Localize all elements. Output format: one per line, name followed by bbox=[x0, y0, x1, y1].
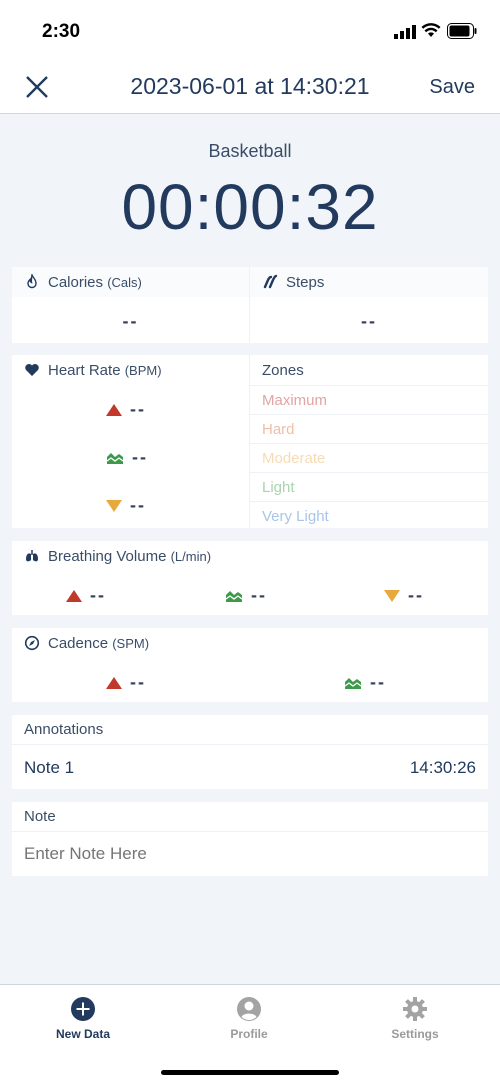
steps-value: -- bbox=[361, 311, 377, 331]
tab-new-data-label: New Data bbox=[55, 1027, 111, 1041]
heart-rate-max-value: -- bbox=[130, 399, 146, 419]
cadence-header: Cadence (SPM) bbox=[12, 628, 488, 658]
heart-rate-header: Heart Rate (BPM) bbox=[12, 355, 249, 385]
breathing-avg: -- bbox=[225, 585, 267, 606]
calories-value: -- bbox=[122, 311, 139, 331]
cadence-label: Cadence bbox=[48, 634, 109, 652]
breathing-label: Breathing Volume bbox=[48, 547, 167, 565]
zone-moderate: Moderate bbox=[250, 443, 488, 472]
zone-light: Light bbox=[250, 472, 488, 501]
lungs-icon bbox=[26, 550, 38, 562]
zones-header: Zones bbox=[262, 361, 304, 379]
breathing-card: Breathing Volume (L/min) -- -- -- bbox=[12, 541, 488, 615]
footprints-icon bbox=[263, 274, 278, 289]
calories-label: Calories bbox=[48, 273, 104, 291]
heart-rate-section: Heart Rate (BPM) -- -- -- bbox=[12, 355, 249, 528]
annotation-time: 14:30:26 bbox=[409, 758, 476, 777]
breathing-max: -- bbox=[66, 585, 106, 606]
steps-label: Steps bbox=[286, 273, 325, 291]
average-icon bbox=[106, 452, 124, 464]
heart-icon bbox=[25, 364, 39, 376]
flame-icon bbox=[27, 274, 37, 289]
elapsed-timer: 00:00:32 bbox=[121, 171, 379, 243]
status-time: 2:30 bbox=[42, 21, 81, 42]
note-header: Note bbox=[12, 802, 488, 832]
home-indicator bbox=[161, 1070, 339, 1075]
average-icon bbox=[225, 590, 243, 602]
battery-icon bbox=[447, 23, 477, 39]
annotation-name: Note 1 bbox=[24, 758, 75, 777]
annotation-item[interactable]: Note 1 14:30:26 bbox=[12, 745, 488, 789]
arrow-down-icon bbox=[106, 499, 122, 512]
cadence-max: -- bbox=[106, 672, 146, 693]
cadence-avg-value: -- bbox=[370, 672, 386, 692]
heart-rate-min: -- bbox=[106, 495, 146, 516]
heart-rate-avg: -- bbox=[106, 447, 148, 468]
page-title: 2023-06-01 at 14:30:21 bbox=[130, 73, 370, 99]
tab-settings[interactable]: Settings bbox=[332, 985, 498, 1055]
arrow-up-icon bbox=[66, 589, 82, 602]
breathing-header: Breathing Volume (L/min) bbox=[12, 541, 488, 571]
note-input[interactable] bbox=[12, 832, 488, 876]
tab-settings-label: Settings bbox=[391, 1027, 439, 1041]
annotations-header: Annotations bbox=[12, 715, 488, 745]
zone-hard: Hard bbox=[250, 414, 488, 443]
save-button[interactable]: Save bbox=[429, 76, 475, 99]
average-icon bbox=[344, 677, 362, 689]
plus-circle-icon bbox=[71, 997, 95, 1021]
annotations-card: Annotations Note 1 14:30:26 bbox=[12, 715, 488, 789]
heart-rate-unit: (BPM) bbox=[124, 362, 162, 378]
zone-maximum: Maximum bbox=[250, 385, 488, 414]
cadence-unit: (SPM) bbox=[112, 635, 150, 651]
cadence-card: Cadence (SPM) -- -- bbox=[12, 628, 488, 702]
steps-header: Steps bbox=[250, 267, 488, 297]
heart-rate-min-value: -- bbox=[130, 495, 146, 515]
calories-steps-card: Calories (Cals) -- Steps -- bbox=[12, 267, 488, 343]
arrow-up-icon bbox=[106, 403, 122, 416]
gear-icon bbox=[403, 997, 427, 1021]
zones-section: Zones Maximum Hard Moderate Light Very L… bbox=[250, 355, 488, 530]
status-bar: 2:30 bbox=[0, 0, 500, 60]
heart-rate-max: -- bbox=[106, 399, 146, 420]
wifi-icon bbox=[421, 23, 441, 37]
tab-new-data[interactable]: New Data bbox=[0, 985, 166, 1055]
breathing-max-value: -- bbox=[90, 585, 106, 605]
compass-icon bbox=[24, 635, 40, 651]
breathing-unit: (L/min) bbox=[170, 548, 212, 564]
signal-icon bbox=[394, 25, 416, 39]
breathing-min-value: -- bbox=[408, 585, 424, 605]
breathing-min: -- bbox=[384, 585, 424, 606]
note-card: Note bbox=[12, 802, 488, 876]
heart-rate-avg-value: -- bbox=[132, 447, 148, 467]
zone-very-light: Very Light bbox=[250, 501, 488, 530]
calories-section: Calories (Cals) -- bbox=[12, 267, 249, 332]
heart-rate-label: Heart Rate bbox=[48, 361, 121, 379]
heart-rate-card: Heart Rate (BPM) -- -- -- Zones Maximum … bbox=[12, 355, 488, 528]
tab-profile-label: Profile bbox=[230, 1027, 268, 1041]
cadence-avg: -- bbox=[344, 672, 386, 693]
arrow-down-icon bbox=[384, 589, 400, 602]
calories-header: Calories (Cals) bbox=[12, 267, 249, 297]
arrow-up-icon bbox=[106, 676, 122, 689]
calories-unit: (Cals) bbox=[107, 274, 142, 290]
steps-section: Steps -- bbox=[250, 267, 488, 332]
navigation-bar: 2023-06-01 at 14:30:21 Save bbox=[0, 60, 500, 114]
top-bar: 2:30 2023-06-01 at 14:30:21 Save bbox=[0, 0, 500, 114]
tab-profile[interactable]: Profile bbox=[166, 985, 332, 1055]
user-circle-icon bbox=[237, 997, 261, 1021]
cadence-max-value: -- bbox=[130, 672, 146, 692]
activity-name: Basketball bbox=[208, 141, 292, 161]
breathing-avg-value: -- bbox=[251, 585, 267, 605]
